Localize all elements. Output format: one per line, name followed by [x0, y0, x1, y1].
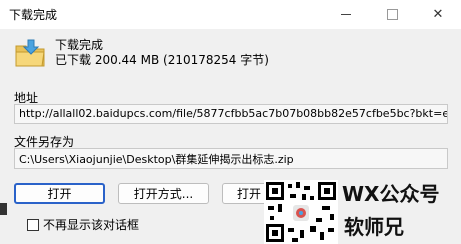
title-bar: 下载完成 ✕ [0, 0, 461, 29]
close-icon: ✕ [432, 7, 444, 22]
watermark-line-1: WX公众号 [342, 182, 440, 206]
maximize-icon [386, 9, 398, 20]
folder-download-icon [15, 39, 45, 67]
window-title: 下载完成 [9, 8, 58, 22]
open-button[interactable]: 打开 [14, 183, 105, 204]
checkbox-label: 不再显示该对话框 [43, 218, 140, 232]
checkbox-box[interactable] [27, 218, 39, 231]
address-field[interactable]: http://allall02.baidupcs.com/file/5877cf… [14, 104, 448, 124]
maximize-button[interactable] [369, 0, 415, 29]
left-edge-mark [0, 203, 7, 215]
qr-code-icon [264, 180, 338, 244]
minimize-button[interactable] [323, 0, 369, 29]
save-path-field[interactable]: C:\Users\Xiaojunjie\Desktop\群集延伸揭示出标志.zi… [14, 148, 448, 169]
watermark-line-2: 软师兄 [344, 215, 404, 239]
downloaded-size: 已下载 200.44 MB (210178254 字节) [55, 53, 269, 67]
open-with-button[interactable]: 打开方式... [118, 183, 209, 204]
minimize-icon [341, 14, 351, 15]
dont-show-again-checkbox[interactable]: 不再显示该对话框 [27, 216, 139, 233]
close-button[interactable]: ✕ [415, 0, 461, 29]
